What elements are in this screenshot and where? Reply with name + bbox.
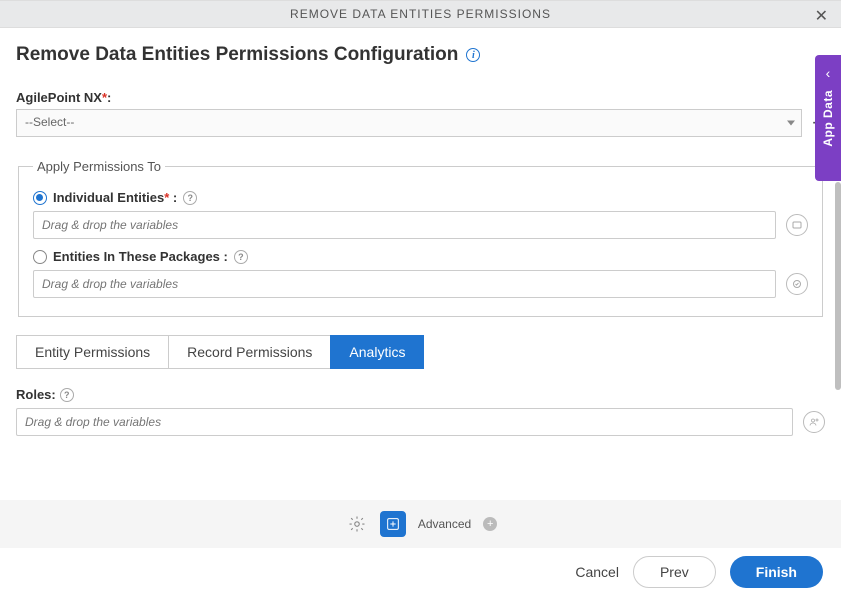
cancel-button[interactable]: Cancel bbox=[575, 564, 619, 580]
permission-tabs: Entity Permissions Record Permissions An… bbox=[16, 335, 825, 369]
chevron-down-icon bbox=[787, 121, 795, 126]
entity-picker-icon[interactable] bbox=[786, 214, 808, 236]
nx-label: AgilePoint NX*: bbox=[16, 90, 825, 105]
side-panel-tab[interactable]: ‹ App Data bbox=[815, 55, 841, 181]
apply-permissions-fieldset: Apply Permissions To Individual Entities… bbox=[18, 159, 823, 317]
packages-radio[interactable] bbox=[33, 250, 47, 264]
individual-entities-label: Individual Entities* : bbox=[53, 190, 177, 205]
tab-record-permissions[interactable]: Record Permissions bbox=[168, 335, 330, 369]
title-bar: REMOVE DATA ENTITIES PERMISSIONS ✕ bbox=[0, 0, 841, 28]
advanced-label: Advanced bbox=[418, 517, 471, 531]
footer: Cancel Prev Finish bbox=[0, 548, 841, 596]
packages-option[interactable]: Entities In These Packages : ? bbox=[33, 249, 808, 264]
individual-entities-option[interactable]: Individual Entities* : ? bbox=[33, 190, 808, 205]
packages-input[interactable] bbox=[33, 270, 776, 298]
individual-entities-input[interactable] bbox=[33, 211, 776, 239]
nx-select-value: --Select-- bbox=[25, 115, 74, 129]
content-area: Remove Data Entities Permissions Configu… bbox=[0, 28, 841, 500]
bottom-toolbar: Advanced + bbox=[0, 500, 841, 548]
roles-input[interactable] bbox=[16, 408, 793, 436]
config-icon[interactable] bbox=[380, 511, 406, 537]
help-icon[interactable]: ? bbox=[234, 250, 248, 264]
fieldset-legend: Apply Permissions To bbox=[33, 159, 165, 174]
packages-label: Entities In These Packages : bbox=[53, 249, 228, 264]
package-picker-icon[interactable] bbox=[786, 273, 808, 295]
side-panel-label: App Data bbox=[821, 90, 835, 147]
individual-entities-radio[interactable] bbox=[33, 191, 47, 205]
page-title-text: Remove Data Entities Permissions Configu… bbox=[16, 44, 458, 66]
prev-button[interactable]: Prev bbox=[633, 556, 716, 588]
finish-button[interactable]: Finish bbox=[730, 556, 823, 588]
scrollbar[interactable] bbox=[835, 182, 841, 390]
page-title: Remove Data Entities Permissions Configu… bbox=[16, 44, 825, 66]
roles-picker-icon[interactable] bbox=[803, 411, 825, 433]
info-icon[interactable]: i bbox=[466, 48, 480, 62]
title-text: REMOVE DATA ENTITIES PERMISSIONS bbox=[290, 7, 551, 21]
chevron-left-icon: ‹ bbox=[826, 65, 831, 81]
roles-label: Roles: ? bbox=[16, 387, 825, 402]
help-icon[interactable]: ? bbox=[60, 388, 74, 402]
nx-select[interactable]: --Select-- bbox=[16, 109, 802, 137]
gear-icon[interactable] bbox=[344, 511, 370, 537]
tab-entity-permissions[interactable]: Entity Permissions bbox=[16, 335, 168, 369]
tab-analytics[interactable]: Analytics bbox=[330, 335, 424, 369]
close-icon[interactable]: ✕ bbox=[815, 6, 829, 26]
required-asterisk: * bbox=[102, 90, 107, 105]
advanced-expand-icon[interactable]: + bbox=[483, 517, 497, 531]
help-icon[interactable]: ? bbox=[183, 191, 197, 205]
